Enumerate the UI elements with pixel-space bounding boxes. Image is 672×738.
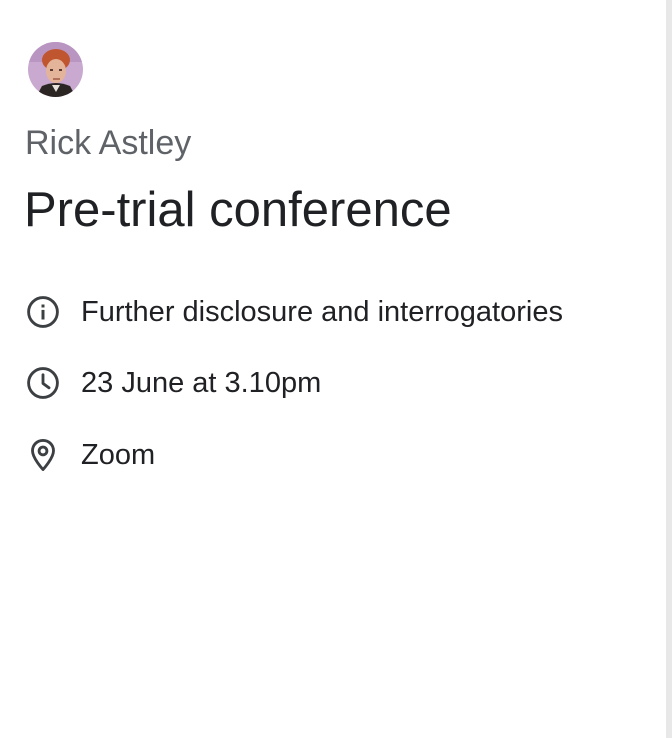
avatar-image	[28, 42, 83, 97]
info-icon	[24, 293, 62, 331]
organizer-avatar[interactable]	[28, 42, 83, 97]
location-pin-icon	[24, 436, 62, 474]
event-details-text: Further disclosure and interrogatories	[81, 296, 563, 328]
event-time-row: 23 June at 3.10pm	[24, 363, 321, 403]
event-time-text: 23 June at 3.10pm	[81, 367, 322, 399]
event-title: Pre-trial conference	[24, 183, 452, 237]
event-location-row[interactable]: Zoom	[24, 435, 155, 475]
event-details-card: Rick Astley Pre-trial conference Further…	[0, 0, 672, 738]
organizer-name: Rick Astley	[25, 124, 192, 162]
clock-icon	[24, 364, 62, 402]
event-location-text[interactable]: Zoom	[81, 435, 155, 475]
event-details-row: Further disclosure and interrogatories	[24, 292, 563, 332]
